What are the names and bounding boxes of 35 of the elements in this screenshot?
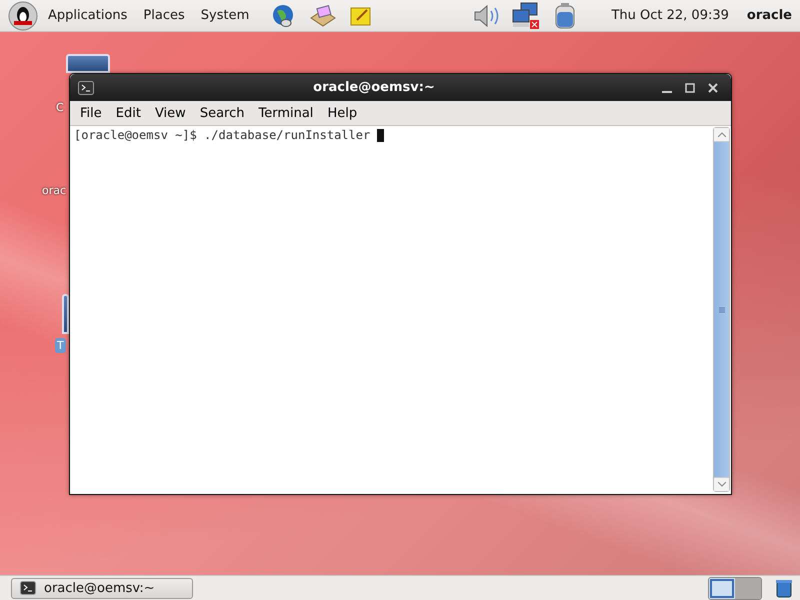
battery-icon[interactable] bbox=[553, 2, 578, 30]
menu-item[interactable]: Edit bbox=[108, 104, 148, 122]
taskbar-button[interactable]: oracle@oemsv:~ bbox=[11, 578, 193, 598]
caret-up-icon bbox=[718, 132, 726, 137]
trash-icon[interactable] bbox=[774, 578, 794, 598]
terminal-icon bbox=[20, 581, 36, 595]
note-pencil-icon[interactable] bbox=[349, 4, 374, 26]
user-name[interactable]: oracle bbox=[746, 8, 792, 23]
menu-item[interactable]: Search bbox=[192, 104, 252, 122]
menu-item[interactable]: View bbox=[148, 104, 193, 122]
menu-item[interactable]: Help bbox=[320, 104, 364, 122]
penguin-logo-icon[interactable] bbox=[8, 0, 38, 30]
network-computers-icon[interactable] bbox=[511, 0, 542, 30]
panel-menu[interactable]: Applications bbox=[42, 4, 134, 27]
menu-item[interactable]: Terminal bbox=[251, 104, 320, 122]
scrollbar-thumb[interactable] bbox=[714, 142, 729, 477]
panel-menu[interactable]: System bbox=[194, 4, 256, 27]
clock[interactable]: Thu Oct 22, 09:39 bbox=[611, 8, 729, 23]
maximize-icon bbox=[685, 82, 695, 92]
minimize-icon bbox=[662, 90, 672, 92]
window-title: oracle@oemsv:~ bbox=[312, 80, 436, 95]
envelope-icon[interactable] bbox=[309, 4, 338, 28]
terminal-line: [oracle@oemsv ~]$ ./database/runInstaller bbox=[74, 128, 370, 142]
scrollbar[interactable] bbox=[713, 127, 730, 492]
menu-item[interactable]: File bbox=[73, 104, 109, 122]
panel-menu[interactable]: Places bbox=[137, 4, 191, 27]
caret-down-icon bbox=[718, 482, 726, 487]
close-icon bbox=[708, 82, 718, 92]
desktop-icon[interactable] bbox=[62, 294, 69, 334]
desktop-icon[interactable] bbox=[66, 54, 110, 73]
scroll-up-button[interactable] bbox=[714, 128, 729, 142]
scroll-down-button[interactable] bbox=[714, 477, 729, 491]
terminal-icon bbox=[78, 80, 94, 94]
text-cursor bbox=[377, 128, 384, 142]
workspace[interactable] bbox=[709, 578, 735, 598]
